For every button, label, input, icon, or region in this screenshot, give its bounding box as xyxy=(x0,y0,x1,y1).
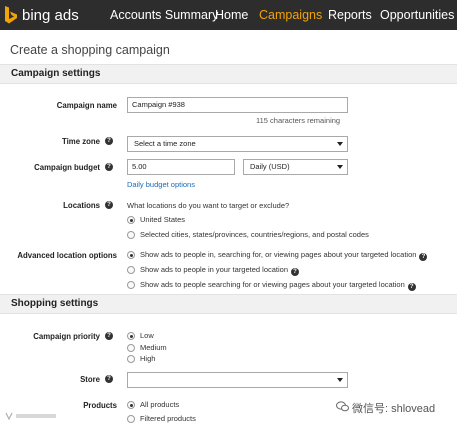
help-icon[interactable]: ? xyxy=(419,253,428,261)
nav-home[interactable]: Home xyxy=(215,0,248,30)
help-icon[interactable]: ? xyxy=(105,375,113,383)
campaign-settings-header: Campaign settings xyxy=(0,64,457,84)
help-icon[interactable]: ? xyxy=(105,201,113,209)
priority-radio-high[interactable] xyxy=(127,355,135,363)
section-title: Campaign settings xyxy=(11,68,101,79)
watermark-left-logo xyxy=(5,412,56,421)
nav-campaigns[interactable]: Campaigns xyxy=(259,0,322,30)
nav-accounts-summary[interactable]: Accounts Summary xyxy=(110,0,218,30)
location-option-label: Selected cities, states/provinces, count… xyxy=(140,230,369,239)
campaign-priority-label: Campaign priority xyxy=(33,332,100,341)
priority-option-label: Low xyxy=(140,331,154,340)
campaign-budget-input[interactable]: 5.00 xyxy=(127,159,235,175)
nav-opportunities[interactable]: Opportunities xyxy=(380,0,454,30)
help-icon[interactable]: ? xyxy=(105,332,113,340)
section-title: Shopping settings xyxy=(11,298,99,309)
advanced-location-option-3: Show ads to people searching for or view… xyxy=(140,280,416,291)
advanced-location-radio-3[interactable] xyxy=(127,281,135,289)
help-icon[interactable]: ? xyxy=(105,137,113,145)
chevron-down-icon xyxy=(337,142,343,146)
budget-type-select[interactable]: Daily (USD) xyxy=(243,159,348,175)
advanced-location-option-2: Show ads to people in your targeted loca… xyxy=(140,265,300,276)
wechat-icon xyxy=(336,401,349,412)
products-radio-filtered[interactable] xyxy=(127,415,135,423)
locations-label: Locations xyxy=(63,201,100,210)
shopping-settings-header: Shopping settings xyxy=(0,294,457,314)
time-zone-value: Select a time zone xyxy=(134,139,196,148)
products-radio-all[interactable] xyxy=(127,401,135,409)
time-zone-label: Time zone xyxy=(62,137,100,146)
bing-ads-logo[interactable]: bing ads xyxy=(4,4,79,26)
campaign-name-label: Campaign name xyxy=(56,101,117,110)
nav-reports[interactable]: Reports xyxy=(328,0,372,30)
priority-option-label: Medium xyxy=(140,343,167,352)
location-radio-selected[interactable] xyxy=(127,231,135,239)
location-radio-united-states[interactable] xyxy=(127,216,135,224)
page-title: Create a shopping campaign xyxy=(10,43,170,57)
chevron-down-icon xyxy=(337,165,343,169)
advanced-location-radio-1[interactable] xyxy=(127,251,135,259)
campaign-budget-label: Campaign budget xyxy=(34,163,100,172)
watermark-text: 微信号: shlovead xyxy=(352,403,436,415)
locations-question: What locations do you want to target or … xyxy=(127,201,290,210)
advanced-location-label: Advanced location options xyxy=(17,251,117,260)
products-option-label: All products xyxy=(140,400,180,409)
advanced-location-radio-2[interactable] xyxy=(127,266,135,274)
bing-logo-icon xyxy=(5,6,17,24)
products-label: Products xyxy=(83,401,117,410)
store-select[interactable] xyxy=(127,372,348,388)
location-option-label: United States xyxy=(140,215,186,224)
priority-option-label: High xyxy=(140,354,156,363)
priority-radio-low[interactable] xyxy=(127,332,135,340)
budget-type-value: Daily (USD) xyxy=(250,162,290,171)
priority-radio-medium[interactable] xyxy=(127,344,135,352)
characters-remaining: 115 characters remaining xyxy=(256,116,341,125)
help-icon[interactable]: ? xyxy=(291,268,300,276)
chevron-down-icon xyxy=(337,378,343,382)
time-zone-select[interactable]: Select a time zone xyxy=(127,136,348,152)
advanced-location-option-1: Show ads to people in, searching for, or… xyxy=(140,250,428,261)
store-label: Store xyxy=(80,375,100,384)
help-icon[interactable]: ? xyxy=(407,283,416,291)
help-icon[interactable]: ? xyxy=(105,163,113,171)
campaign-name-input[interactable]: Campaign #938 xyxy=(127,97,348,113)
top-nav-bar: bing ads Accounts Summary Home Campaigns… xyxy=(0,0,457,30)
products-option-label: Filtered products xyxy=(140,414,196,423)
daily-budget-options-link[interactable]: Daily budget options xyxy=(127,180,195,189)
logo-text: bing ads xyxy=(22,6,79,24)
